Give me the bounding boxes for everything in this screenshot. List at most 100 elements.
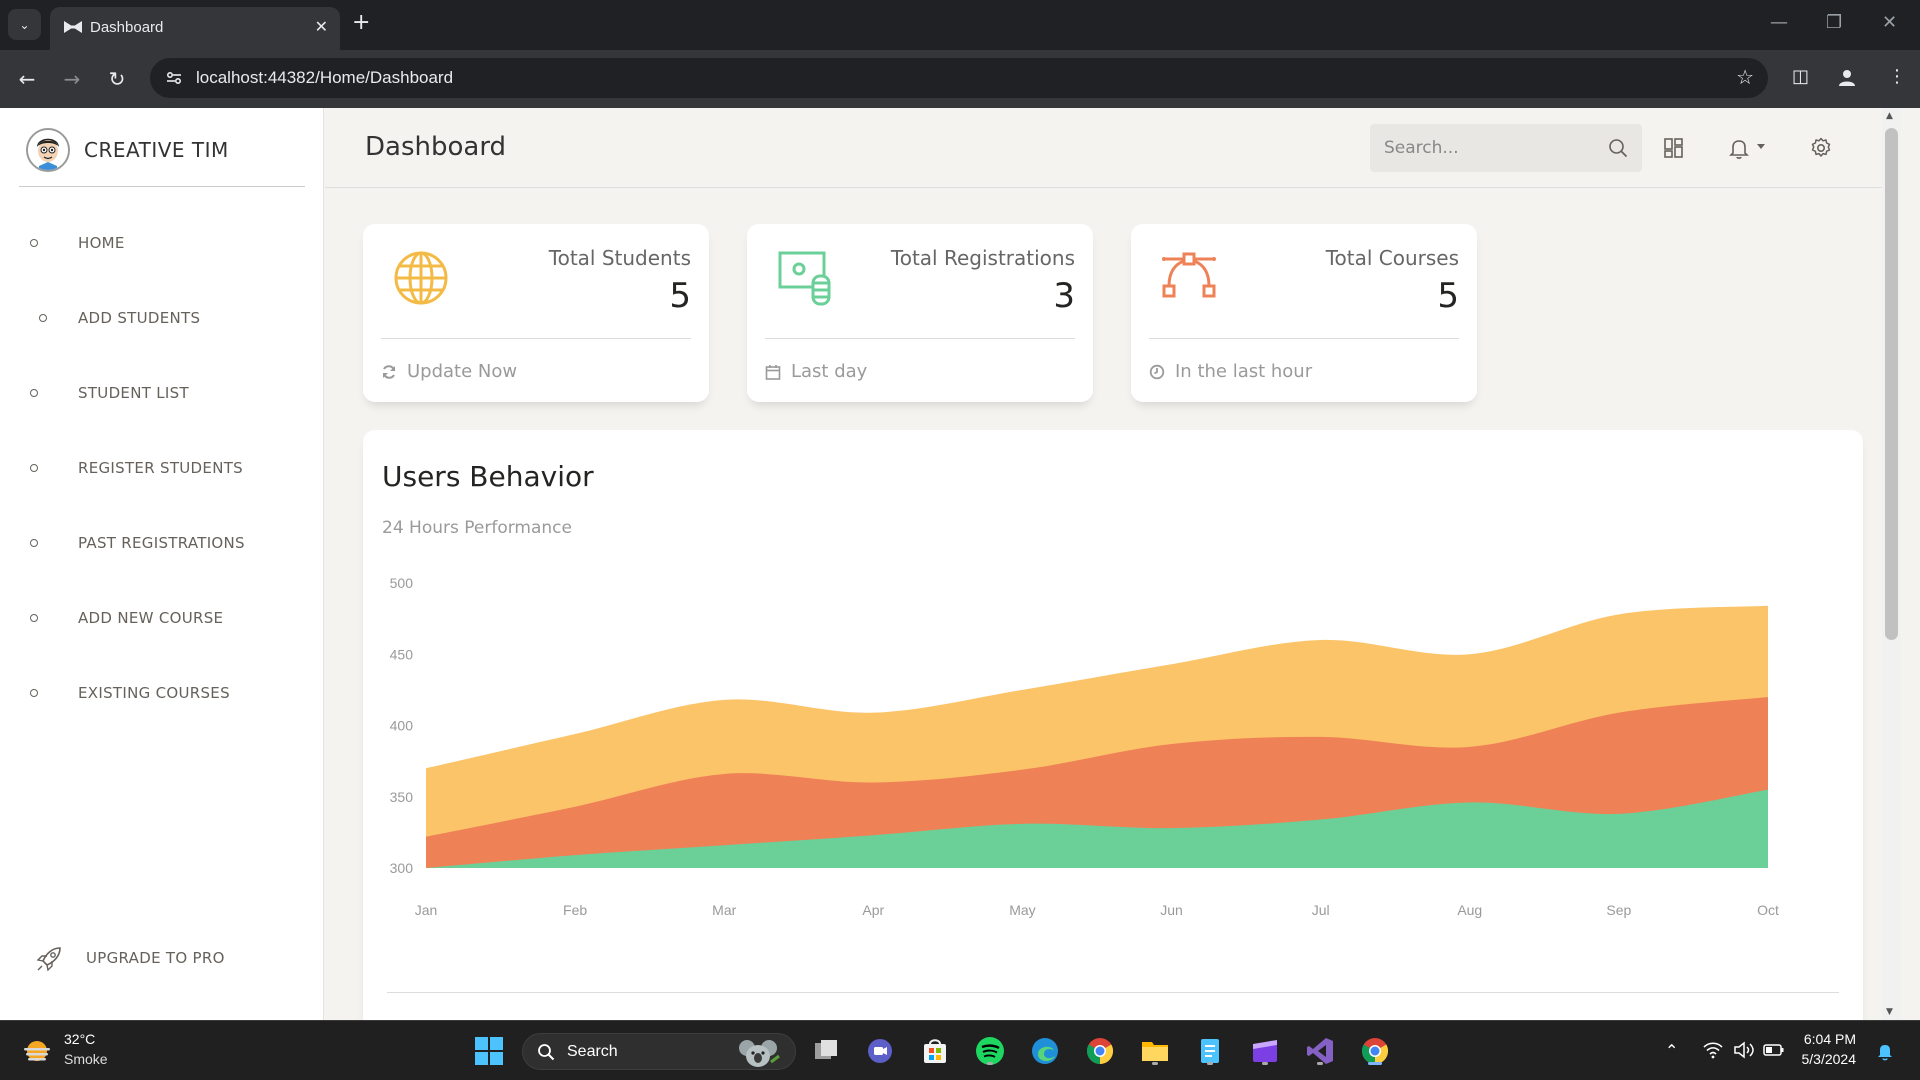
y-tick-label: 350 bbox=[390, 789, 414, 805]
y-tick-label: 400 bbox=[390, 718, 414, 734]
x-tick-label: Jun bbox=[1160, 902, 1183, 918]
star-icon[interactable]: ☆ bbox=[1736, 65, 1754, 89]
layout-grid-icon[interactable] bbox=[1662, 136, 1686, 160]
card-divider bbox=[381, 338, 691, 339]
notepad-icon[interactable] bbox=[1192, 1033, 1228, 1069]
spotify-icon[interactable] bbox=[972, 1033, 1008, 1069]
weather-temp: 32°C bbox=[64, 1031, 96, 1047]
stat-card-students: Total Students 5 Update Now bbox=[363, 224, 709, 402]
card-divider bbox=[1149, 338, 1459, 339]
tray-overflow-icon[interactable]: ⌃ bbox=[1665, 1041, 1678, 1060]
stat-card-courses: Total Courses 5 In the last hour bbox=[1131, 224, 1477, 402]
scroll-thumb[interactable] bbox=[1885, 128, 1898, 640]
refresh-icon[interactable] bbox=[381, 364, 397, 380]
scroll-up-icon[interactable]: ▲ bbox=[1886, 111, 1893, 121]
microsoft-store-icon[interactable] bbox=[917, 1033, 953, 1069]
bullet-icon bbox=[30, 539, 38, 547]
running-indicator bbox=[1207, 1062, 1213, 1065]
sidebar-item-home[interactable]: HOME bbox=[0, 223, 320, 263]
vector-icon bbox=[1162, 252, 1216, 298]
teams-chat-icon[interactable] bbox=[862, 1033, 898, 1069]
sidebar-item-label: REGISTER STUDENTS bbox=[78, 459, 243, 477]
brand-name[interactable]: CREATIVE TIM bbox=[84, 138, 229, 162]
menu-icon[interactable]: ⋮ bbox=[1888, 66, 1906, 87]
clock-time[interactable]: 6:04 PM bbox=[1804, 1031, 1856, 1047]
stat-label: Total Registrations bbox=[890, 246, 1075, 270]
bell-icon[interactable] bbox=[1727, 136, 1751, 160]
sidebar-item-register-students[interactable]: REGISTER STUDENTS bbox=[0, 448, 320, 488]
upgrade-to-pro-button[interactable]: UPGRADE TO PRO bbox=[30, 938, 290, 978]
top-navbar: Dashboard bbox=[325, 108, 1901, 188]
stat-card-registrations: Total Registrations 3 Last day bbox=[747, 224, 1093, 402]
x-tick-label: Apr bbox=[862, 902, 884, 918]
chrome-icon[interactable] bbox=[1082, 1033, 1118, 1069]
sidebar-item-past-registrations[interactable]: PAST REGISTRATIONS bbox=[0, 523, 320, 563]
new-tab-icon[interactable]: + bbox=[352, 11, 370, 35]
upgrade-label: UPGRADE TO PRO bbox=[86, 949, 225, 967]
sidebar-icon[interactable]: ◫ bbox=[1792, 66, 1809, 87]
stat-label: Total Students bbox=[548, 246, 691, 270]
sidebar-item-add-new-course[interactable]: ADD NEW COURSE bbox=[0, 598, 320, 638]
scroll-down-icon[interactable]: ▼ bbox=[1886, 1007, 1893, 1017]
profile-icon[interactable] bbox=[1836, 66, 1858, 88]
clipchamp-icon[interactable] bbox=[1247, 1033, 1283, 1069]
page-scrollbar[interactable]: ▲ ▼ bbox=[1882, 108, 1901, 1020]
y-tick-label: 500 bbox=[390, 575, 414, 591]
search-icon[interactable] bbox=[1608, 138, 1628, 158]
clock-icon bbox=[1149, 364, 1165, 380]
restore-icon[interactable]: ❐ bbox=[1826, 12, 1842, 33]
visual-studio-icon[interactable] bbox=[1302, 1033, 1338, 1069]
bullet-icon bbox=[30, 614, 38, 622]
windows-start-icon[interactable] bbox=[471, 1033, 507, 1069]
stat-value: 3 bbox=[1053, 276, 1075, 316]
globe-icon bbox=[394, 251, 448, 305]
tab-list-icon[interactable]: ⌄ bbox=[8, 9, 41, 40]
search-icon bbox=[538, 1044, 555, 1061]
logo-avatar[interactable] bbox=[26, 128, 70, 172]
edge-icon[interactable] bbox=[1027, 1033, 1063, 1069]
back-icon[interactable]: ← bbox=[12, 64, 42, 94]
users-behavior-chart: 300 350 400 450 500 Jan Feb Mar Apr May Jun Jul Aug S… bbox=[390, 575, 1779, 918]
bullet-icon bbox=[39, 314, 47, 322]
sidebar-item-existing-courses[interactable]: EXISTING COURSES bbox=[0, 673, 320, 713]
search-box[interactable] bbox=[1370, 124, 1642, 172]
forward-icon[interactable]: → bbox=[57, 64, 87, 94]
bullet-icon bbox=[30, 464, 38, 472]
gear-icon[interactable] bbox=[1809, 136, 1833, 160]
weather-smoke-icon[interactable] bbox=[22, 1036, 52, 1066]
x-tick-label: May bbox=[1009, 902, 1035, 918]
x-tick-label: Jul bbox=[1312, 902, 1330, 918]
stat-value: 5 bbox=[669, 276, 691, 316]
sidebar-item-label: HOME bbox=[78, 234, 125, 252]
notification-bell-icon[interactable] bbox=[1876, 1041, 1894, 1061]
clock-date[interactable]: 5/3/2024 bbox=[1802, 1051, 1857, 1067]
y-tick-label: 450 bbox=[390, 646, 414, 662]
x-tick-label: Mar bbox=[712, 902, 736, 918]
running-indicator bbox=[1262, 1062, 1268, 1065]
site-info-icon[interactable] bbox=[164, 68, 184, 88]
chart-footer-divider bbox=[387, 992, 1839, 993]
bullet-icon bbox=[30, 389, 38, 397]
minimize-icon[interactable]: — bbox=[1770, 12, 1788, 33]
taskbar-search-label: Search bbox=[567, 1043, 618, 1060]
tab-close-icon[interactable]: ✕ bbox=[315, 17, 328, 36]
window-close-icon[interactable]: ✕ bbox=[1882, 12, 1897, 33]
address-bar[interactable]: localhost:44382/Home/Dashboard ☆ bbox=[150, 58, 1768, 98]
volume-icon[interactable] bbox=[1733, 1041, 1755, 1059]
sidebar-item-student-list[interactable]: STUDENT LIST bbox=[0, 373, 320, 413]
y-tick-label: 300 bbox=[390, 860, 414, 876]
stat-footer[interactable]: Update Now bbox=[407, 361, 517, 382]
wifi-icon[interactable] bbox=[1703, 1041, 1723, 1059]
task-view-icon[interactable] bbox=[808, 1033, 844, 1069]
sidebar-item-label: PAST REGISTRATIONS bbox=[78, 534, 245, 552]
search-input[interactable] bbox=[1384, 138, 1594, 158]
caret-down-icon[interactable] bbox=[1755, 136, 1767, 160]
reload-icon[interactable]: ↻ bbox=[102, 64, 132, 94]
browser-tab[interactable]: Dashboard ✕ bbox=[50, 7, 340, 50]
money-coins-icon bbox=[778, 251, 831, 306]
battery-icon[interactable] bbox=[1763, 1041, 1785, 1059]
taskbar-search[interactable]: Search bbox=[522, 1033, 796, 1070]
chrome-running-icon[interactable] bbox=[1357, 1033, 1393, 1069]
sidebar-item-add-students[interactable]: ADD STUDENTS bbox=[0, 298, 320, 338]
file-explorer-icon[interactable] bbox=[1137, 1033, 1173, 1069]
